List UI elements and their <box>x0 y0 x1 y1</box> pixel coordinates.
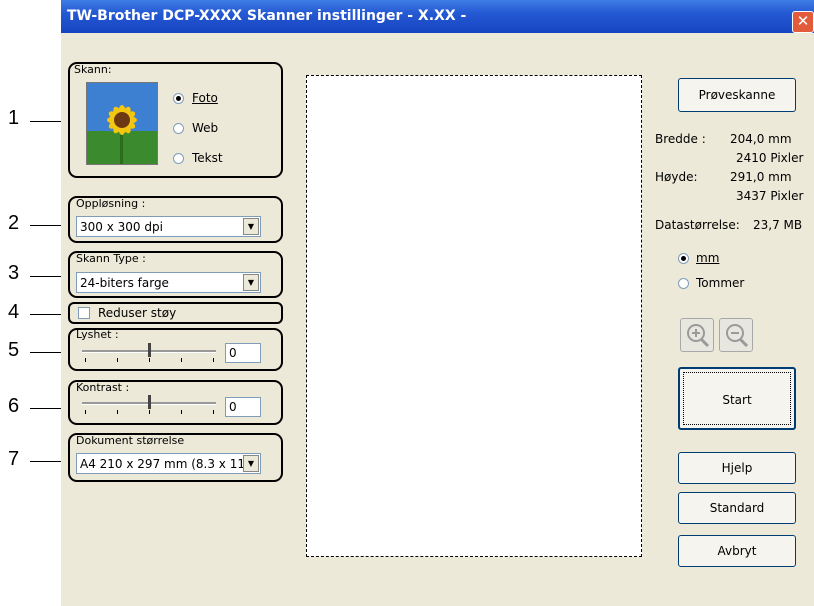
unit-tommer-label[interactable]: Tommer <box>696 276 744 290</box>
chevron-down-icon[interactable]: ▼ <box>243 218 259 235</box>
chevron-down-icon[interactable]: ▼ <box>243 274 259 291</box>
callout-1: 1 <box>8 107 20 129</box>
start-label: Start <box>683 372 791 425</box>
brightness-value-input[interactable]: 0 <box>225 343 261 363</box>
tick <box>117 410 118 414</box>
start-button[interactable]: Start <box>678 367 796 430</box>
tick <box>85 410 86 414</box>
width-mm: 204,0 mm <box>730 132 792 146</box>
scan-foto-label[interactable]: Foto <box>192 91 218 105</box>
resolution-label: Oppløsning : <box>76 197 146 210</box>
zoom-out-button[interactable] <box>719 318 753 352</box>
sunflower-photo-icon <box>86 82 158 165</box>
tick <box>213 358 214 362</box>
window-title: TW-Brother DCP-XXXX Skanner instillinger… <box>67 8 467 24</box>
scan-foto-radio[interactable] <box>173 93 184 104</box>
width-px: 2410 Pixler <box>736 151 804 165</box>
callout-6: 6 <box>8 395 20 417</box>
doc-size-select[interactable]: A4 210 x 297 mm (8.3 x 11. ▼ <box>76 453 261 474</box>
tick <box>149 358 150 362</box>
callout-7: 7 <box>8 448 20 470</box>
scan-tekst-radio[interactable] <box>173 153 184 164</box>
scan-web-radio[interactable] <box>173 123 184 134</box>
zoom-in-button[interactable] <box>680 318 714 352</box>
height-mm: 291,0 mm <box>730 170 792 184</box>
tick <box>85 358 86 362</box>
prescan-button[interactable]: Prøveskanne <box>678 78 796 112</box>
zoom-out-icon <box>726 324 749 348</box>
datasize-value: 23,7 MB <box>753 218 803 232</box>
callout-3: 3 <box>8 262 20 284</box>
chevron-down-icon[interactable]: ▼ <box>243 455 259 472</box>
datasize-label: Datastørrelse: <box>655 218 740 232</box>
standard-button[interactable]: Standard <box>678 492 796 524</box>
callout-4: 4 <box>8 301 20 323</box>
height-label: Høyde: <box>655 170 698 184</box>
contrast-slider-thumb[interactable] <box>148 395 151 409</box>
doc-size-value: A4 210 x 297 mm (8.3 x 11. <box>80 457 249 471</box>
noise-reduction-label[interactable]: Reduser støy <box>98 306 176 320</box>
tick <box>149 410 150 414</box>
close-icon[interactable]: ✕ <box>792 11 814 33</box>
height-px: 3437 Pixler <box>736 189 804 203</box>
tick <box>181 410 182 414</box>
callout-2: 2 <box>8 212 20 234</box>
unit-mm-label[interactable]: mm <box>696 251 719 265</box>
cancel-button[interactable]: Avbryt <box>678 535 796 567</box>
help-button[interactable]: Hjelp <box>678 452 796 484</box>
tick <box>181 358 182 362</box>
scan-type-select[interactable]: 24-biters farge ▼ <box>76 272 261 293</box>
brightness-label: Lyshet : <box>76 328 119 341</box>
contrast-label: Kontrast : <box>76 381 130 394</box>
doc-size-label: Dokument størrelse <box>76 434 185 447</box>
tick <box>213 410 214 414</box>
scan-web-label[interactable]: Web <box>192 121 218 135</box>
scan-type-value: 24-biters farge <box>80 276 169 290</box>
scan-type-label: Skann Type : <box>76 252 146 265</box>
scanner-settings-window: TW-Brother DCP-XXXX Skanner instillinger… <box>61 0 814 606</box>
unit-mm-radio[interactable] <box>678 253 689 264</box>
noise-reduction-checkbox[interactable] <box>78 307 90 319</box>
contrast-value-input[interactable]: 0 <box>225 397 261 417</box>
resolution-select[interactable]: 300 x 300 dpi ▼ <box>76 216 261 237</box>
scan-group-label: Skann: <box>74 63 112 76</box>
preview-area[interactable] <box>306 75 642 557</box>
callout-5: 5 <box>8 339 20 361</box>
brightness-slider-thumb[interactable] <box>148 343 151 357</box>
tick <box>117 358 118 362</box>
zoom-in-icon <box>687 324 710 348</box>
width-label: Bredde : <box>655 132 706 146</box>
title-bar[interactable]: TW-Brother DCP-XXXX Skanner instillinger… <box>61 0 814 33</box>
resolution-value: 300 x 300 dpi <box>80 220 163 234</box>
unit-tommer-radio[interactable] <box>678 278 689 289</box>
scan-tekst-label[interactable]: Tekst <box>192 151 223 165</box>
